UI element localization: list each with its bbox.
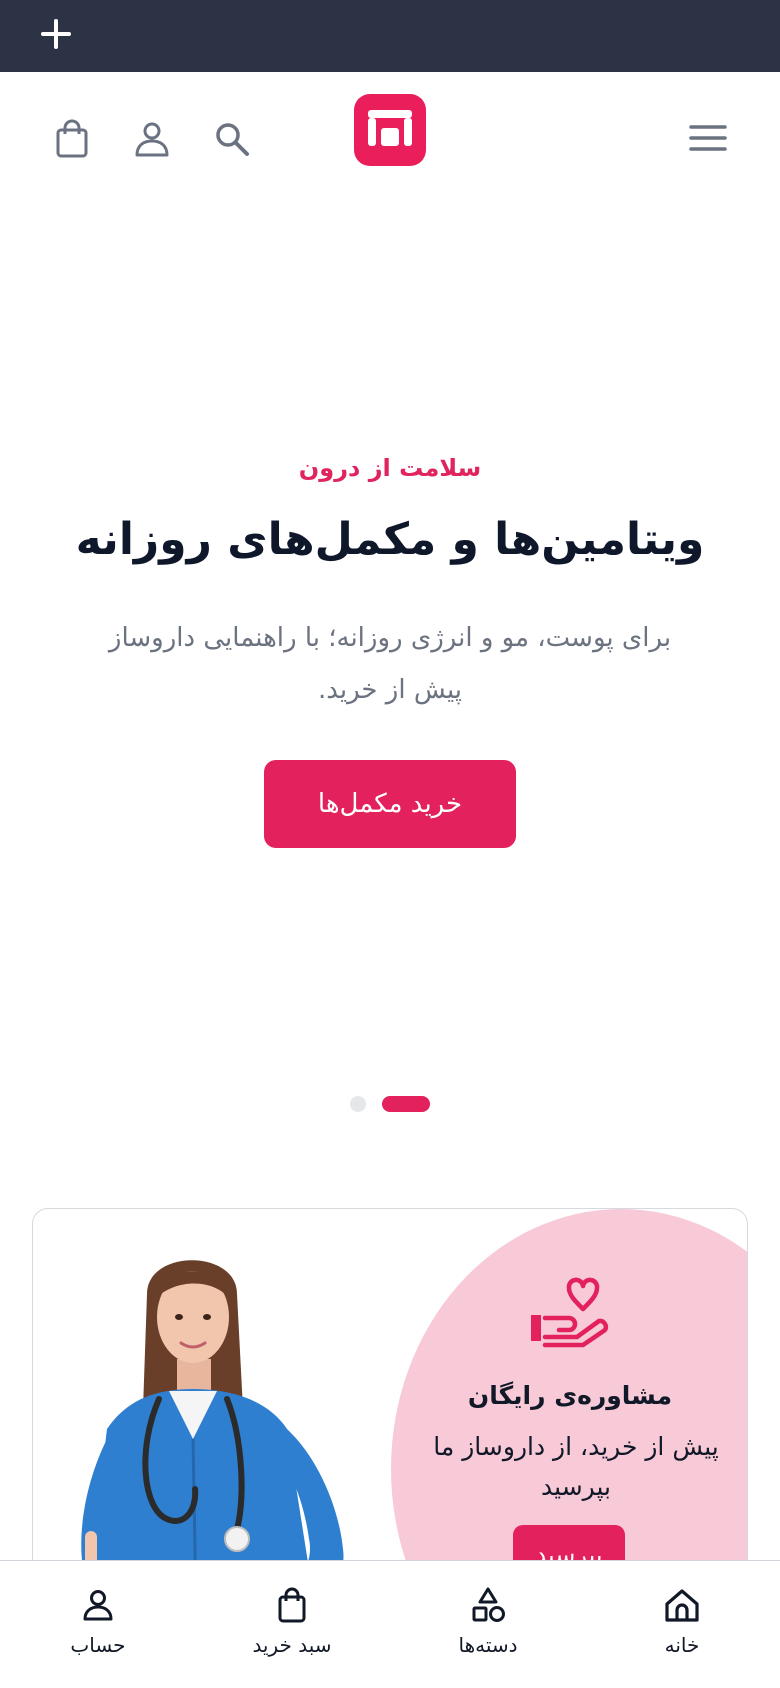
nav-item-categories[interactable]: دسته‌ها xyxy=(418,1585,558,1675)
hero-slider: سلامت از درون ویتامین‌ها و مکمل‌های روزا… xyxy=(0,202,780,1112)
consultation-title: مشاوره‌ی رایگان xyxy=(467,1381,673,1410)
user-icon xyxy=(28,1585,168,1625)
top-app-bar xyxy=(0,0,780,72)
store-logo-icon[interactable] xyxy=(354,94,426,166)
shop-supplements-button[interactable]: خرید مکمل‌ها xyxy=(264,760,516,848)
nav-item-home[interactable]: خانه xyxy=(612,1585,752,1675)
nav-item-cart[interactable]: سبد خرید xyxy=(222,1585,362,1675)
slider-pagination xyxy=(0,1096,780,1112)
nav-label-cart: سبد خرید xyxy=(252,1633,332,1657)
home-icon xyxy=(612,1585,752,1625)
shopping-bag-icon xyxy=(222,1585,362,1625)
hero-eyebrow: سلامت از درون xyxy=(298,454,482,482)
nav-label-categories: دسته‌ها xyxy=(458,1633,518,1657)
site-header xyxy=(0,72,780,202)
heart-hand-icon xyxy=(525,1271,615,1361)
nav-label-account: حساب xyxy=(70,1633,126,1657)
hero-description: برای پوست، مو و انرژی روزانه؛ با راهنمای… xyxy=(108,623,672,705)
nav-label-home: خانه xyxy=(664,1633,700,1657)
slide-dot-1[interactable] xyxy=(350,1096,366,1112)
shopping-bag-icon[interactable] xyxy=(50,117,94,161)
consultation-text: پیش از خرید، از داروساز ما بپرسید xyxy=(433,1432,719,1501)
hamburger-menu-icon[interactable] xyxy=(686,117,730,161)
hero-title: ویتامین‌ها و مکمل‌های روزانه xyxy=(75,514,705,565)
plus-icon[interactable] xyxy=(40,18,72,50)
nav-item-account[interactable]: حساب xyxy=(28,1585,168,1675)
search-icon[interactable] xyxy=(210,117,254,161)
slide-dot-2-active[interactable] xyxy=(382,1096,430,1112)
user-icon[interactable] xyxy=(130,117,174,161)
shapes-icon xyxy=(418,1585,558,1625)
app-page: سلامت از درون ویتامین‌ها و مکمل‌های روزا… xyxy=(0,0,780,1688)
bottom-navigation: حساب سبد خرید دسته‌ها xyxy=(0,1560,780,1688)
